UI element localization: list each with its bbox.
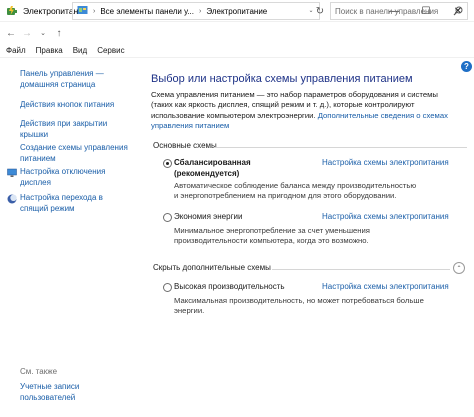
sidebar-item-create-plan[interactable]: Создание схемы управления питанием [20,143,128,164]
sidebar-item-label: Настройка отключения [20,167,106,176]
main-plans-heading: Основные схемы [153,141,217,150]
menu-view[interactable]: Вид [73,46,87,55]
monitor-icon [7,168,17,178]
search-placeholder: Поиск в панели управления [335,6,439,16]
sidebar-item-label: питанием [20,153,56,163]
sidebar-item-display[interactable]: Настройка отключения дисплея [7,167,106,188]
menu-bar: Файл Правка Вид Сервис [0,44,474,58]
sidebar-item-label: спящий режим [20,203,75,213]
sidebar-item-label: дисплея [20,177,51,187]
high-performance-name[interactable]: Высокая производительность [174,282,285,293]
recent-locations-button[interactable]: ⌄ [35,24,51,42]
high-performance-description: Максимальная производительность, но може… [174,296,474,317]
page-title: Выбор или настройка схемы управления пит… [151,73,413,85]
back-button[interactable]: ← [3,24,19,42]
search-icon [453,6,463,18]
plan-desc-line: Автоматическое соблюдение баланса между … [174,181,417,190]
more-info-link[interactable]: управления питанием [151,121,229,130]
menu-edit[interactable]: Правка [36,46,63,55]
sidebar-item-label: Создание схемы управления [20,143,128,152]
sidebar-item-label: пользователей [20,392,76,402]
balanced-plan-settings-link[interactable]: Настройка схемы электропитания [322,158,449,167]
breadcrumb-separator[interactable]: › [93,8,95,15]
section-divider [272,269,450,270]
sidebar-item-label: Учетные записи [20,382,80,391]
up-button[interactable]: ↑ [51,24,67,42]
intro-line: (таких как яркость дисплея, спящий режим… [151,100,415,110]
sidebar-item-label: крышки [20,129,49,139]
high-performance-settings-link[interactable]: Настройка схемы электропитания [322,282,449,291]
power-saver-radio[interactable] [163,213,172,222]
sidebar-item-home[interactable]: Панель управления — домашняя страница [20,69,104,90]
sidebar-item-lid[interactable]: Действия при закрытии крышки [20,119,107,140]
control-panel-icon [77,5,88,18]
intro-text: Схема управления питанием — это набор па… [151,90,469,131]
address-row: ← → ⌄ ↑ [0,22,474,44]
sidebar-item-power-buttons[interactable]: Действия кнопок питания [20,100,114,111]
sidebar-item-label: Действия при закрытии [20,119,108,128]
more-info-link[interactable]: Дополнительные сведения о схемах [318,111,448,120]
power-saver-name[interactable]: Экономия энергии [174,212,242,223]
sidebar: Панель управления — домашняя страница Де… [0,58,138,417]
balanced-plan-description: Автоматическое соблюдение баланса между … [174,181,474,202]
breadcrumb[interactable]: › Все элементы панели у... › Электропита… [72,2,320,20]
plan-desc-line: Минимальное энергопотребление за счет ум… [174,226,370,235]
sidebar-item-accounts[interactable]: Учетные записи пользователей [20,382,79,403]
main-content: Выбор или настройка схемы управления пит… [138,58,474,417]
moon-icon [7,194,17,204]
sidebar-item-label: домашняя страница [20,79,96,89]
balanced-plan-radio[interactable] [163,159,172,168]
sidebar-item-sleep[interactable]: Настройка перехода в спящий режим [7,193,103,214]
power-options-icon [6,5,18,17]
plan-desc-line: Максимальная производительность, но може… [174,296,424,305]
plan-desc-line: и энергопотреблением на пригодном для эт… [174,191,397,201]
intro-text-part: использование компьютером электроэнергии… [151,110,316,120]
section-divider [214,147,467,148]
see-also-heading: См. также [20,367,58,376]
plan-desc-line: энергии. [174,306,205,316]
plan-name-line: (рекомендуется) [174,168,240,178]
forward-button[interactable]: → [19,24,35,42]
intro-line: Схема управления питанием — это набор па… [151,90,438,99]
breadcrumb-all-items[interactable]: Все элементы панели у... [100,7,194,16]
plan-name-line: Сбалансированная [174,158,251,167]
plan-desc-line: производительности компьютера, когда это… [174,236,369,246]
intro-line: использование компьютером электроэнергии… [151,111,469,121]
search-input[interactable]: Поиск в панели управления [330,2,468,20]
power-saver-description: Минимальное энергопотребление за счет ум… [174,226,464,247]
chevron-up-icon[interactable]: ⌃ [453,262,465,274]
sidebar-item-label: Настройка перехода в [20,193,103,202]
hide-plans-toggle[interactable]: Скрыть дополнительные схемы [153,263,271,272]
breadcrumb-power[interactable]: Электропитание [206,7,267,16]
menu-service[interactable]: Сервис [97,46,124,55]
high-performance-radio[interactable] [163,283,172,292]
power-saver-settings-link[interactable]: Настройка схемы электропитания [322,212,449,221]
menu-file[interactable]: Файл [6,46,26,55]
sidebar-item-label: Панель управления — [20,69,104,78]
refresh-icon[interactable]: ↻ [311,2,329,20]
breadcrumb-separator[interactable]: › [199,8,201,15]
balanced-plan-name[interactable]: Сбалансированная (рекомендуется) [174,158,251,179]
